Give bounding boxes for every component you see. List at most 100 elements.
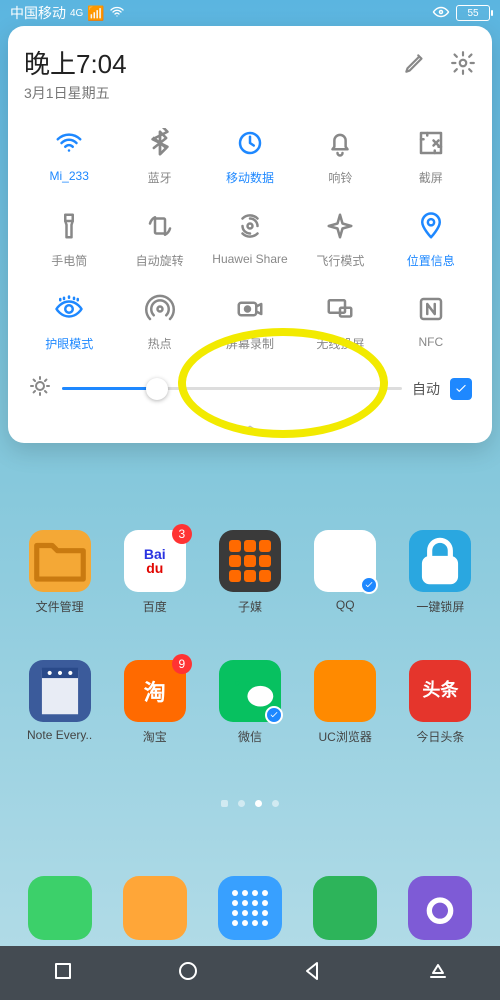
tile-eye-comfort[interactable]: 护眼模式	[24, 291, 114, 352]
app-phone[interactable]	[298, 876, 393, 940]
tile-bell[interactable]: 响铃	[295, 125, 385, 186]
tile-label: Mi_233	[50, 169, 89, 183]
app-label: QQ	[336, 598, 355, 612]
panel-date: 3月1日星期五	[24, 83, 127, 103]
camera-icon	[408, 876, 472, 940]
app-label: Note Every..	[27, 728, 92, 742]
tile-label: 手电筒	[51, 252, 87, 269]
status-bar: 中国移动 4G 📶 55	[0, 0, 500, 26]
bluetooth-icon	[142, 125, 178, 161]
app-uc[interactable]: UC浏览器	[298, 660, 393, 745]
app-label: 一键锁屏	[416, 598, 464, 615]
tile-auto-rotate[interactable]: 自动旋转	[114, 208, 204, 269]
cast-icon	[322, 291, 358, 327]
tile-label: 屏幕录制	[226, 335, 274, 352]
signal-icon: 📶	[87, 5, 104, 22]
uc-icon	[314, 660, 376, 722]
app-contacts[interactable]	[107, 876, 202, 940]
auto-brightness-label: 自动	[412, 379, 440, 399]
app-taobao[interactable]: 淘9淘宝	[107, 660, 202, 745]
panel-time: 晚上7:04	[24, 44, 127, 81]
apps-icon	[218, 876, 282, 940]
tile-label: Huawei Share	[212, 252, 287, 266]
app-label: 淘宝	[143, 728, 167, 745]
tile-label: NFC	[418, 335, 443, 349]
toutiao-icon: 头条	[409, 660, 471, 722]
app-label: 今日头条	[416, 728, 464, 745]
note-icon	[29, 660, 91, 722]
brightness-slider[interactable]	[62, 387, 402, 390]
messages-icon	[28, 876, 92, 940]
carrier-label: 中国移动	[10, 3, 66, 23]
home-apps-row-1: 文件管理Baidu3百度子媒 QQ 一键锁屏	[0, 530, 500, 615]
notification-badge: 3	[172, 524, 192, 544]
page-indicator	[0, 800, 500, 807]
app-lock[interactable]: 一键锁屏	[393, 530, 488, 615]
tile-label: 热点	[148, 335, 172, 352]
location-icon	[413, 208, 449, 244]
app-label: 微信	[238, 728, 262, 745]
page-dot[interactable]	[238, 800, 245, 807]
app-note[interactable]: Note Every..	[12, 660, 107, 745]
eye-status-icon	[432, 3, 450, 24]
dock	[0, 876, 500, 940]
tile-mobile-data[interactable]: 移动数据	[205, 125, 295, 186]
screen-record-icon	[232, 291, 268, 327]
shield-badge	[265, 706, 283, 724]
app-wechat[interactable]: 微信	[202, 660, 297, 745]
tile-huawei-share[interactable]: Huawei Share	[205, 208, 295, 269]
mobile-data-icon	[232, 125, 268, 161]
panel-collapse-handle[interactable]: ︿	[24, 411, 476, 435]
back-button[interactable]	[301, 959, 325, 988]
tile-nfc[interactable]: NFC	[386, 291, 476, 352]
tile-label: 飞行模式	[316, 252, 364, 269]
app-folder[interactable]: 文件管理	[12, 530, 107, 615]
brightness-icon	[28, 374, 52, 403]
app-messages[interactable]	[12, 876, 107, 940]
tile-cast[interactable]: 无线投屏	[295, 291, 385, 352]
tile-label: 无线投屏	[316, 335, 364, 352]
tile-screen-record[interactable]: 屏幕录制	[205, 291, 295, 352]
settings-button[interactable]	[450, 50, 476, 81]
tile-label: 截屏	[419, 169, 443, 186]
tile-label: 位置信息	[407, 252, 455, 269]
app-baidu[interactable]: Baidu3百度	[107, 530, 202, 615]
tile-label: 移动数据	[226, 169, 274, 186]
auto-brightness-checkbox[interactable]	[450, 378, 472, 400]
quick-settings-panel: 晚上7:04 3月1日星期五 Mi_233 蓝牙 移动数据 响铃 截屏 手电筒 …	[8, 26, 492, 443]
wifi-status-icon	[109, 4, 125, 23]
home-button[interactable]	[176, 959, 200, 988]
flashlight-icon	[51, 208, 87, 244]
tile-wifi[interactable]: Mi_233	[24, 125, 114, 186]
app-label: 子媒	[238, 598, 262, 615]
screenshot-icon	[413, 125, 449, 161]
app-toutiao[interactable]: 头条今日头条	[393, 660, 488, 745]
huawei-share-icon	[232, 208, 268, 244]
edit-tiles-button[interactable]	[402, 50, 428, 81]
folder-icon	[29, 530, 91, 592]
page-dot[interactable]	[272, 800, 279, 807]
drawer-button[interactable]	[426, 959, 450, 988]
battery-icon: 55	[456, 5, 490, 21]
auto-rotate-icon	[142, 208, 178, 244]
grid-icon	[219, 530, 281, 592]
nfc-icon	[413, 291, 449, 327]
tile-hotspot[interactable]: 热点	[114, 291, 204, 352]
app-apps[interactable]	[202, 876, 297, 940]
quick-settings-grid: Mi_233 蓝牙 移动数据 响铃 截屏 手电筒 自动旋转 Huawei Sha…	[24, 125, 476, 352]
tile-flashlight[interactable]: 手电筒	[24, 208, 114, 269]
app-qq[interactable]: QQ	[298, 530, 393, 615]
eye-comfort-icon	[51, 291, 87, 327]
notification-badge: 9	[172, 654, 192, 674]
recents-button[interactable]	[51, 959, 75, 988]
tile-location[interactable]: 位置信息	[386, 208, 476, 269]
tile-label: 自动旋转	[136, 252, 184, 269]
tile-bluetooth[interactable]: 蓝牙	[114, 125, 204, 186]
page-dot[interactable]	[221, 800, 228, 807]
network-label: 4G	[70, 8, 83, 19]
tile-screenshot[interactable]: 截屏	[386, 125, 476, 186]
brightness-row: 自动	[24, 374, 476, 407]
tile-airplane[interactable]: 飞行模式	[295, 208, 385, 269]
app-grid[interactable]: 子媒	[202, 530, 297, 615]
app-camera[interactable]	[393, 876, 488, 940]
